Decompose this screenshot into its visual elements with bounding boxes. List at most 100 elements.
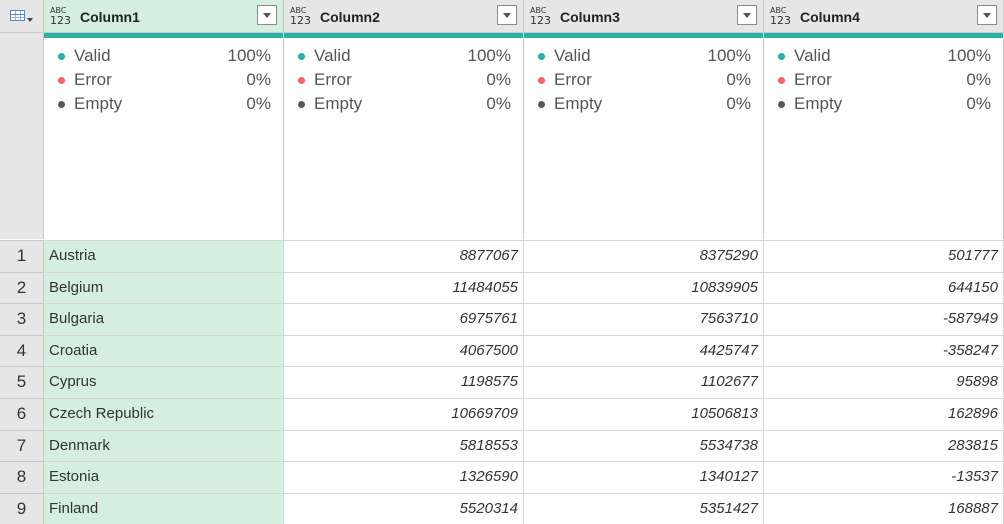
quality-valid-percent: 100% xyxy=(227,46,271,65)
quality-empty-label: Empty xyxy=(74,94,123,113)
quality-error-percent: 0% xyxy=(246,70,271,89)
quality-error-label: Error xyxy=(554,70,592,89)
row-number[interactable]: 8 xyxy=(0,461,44,493)
quality-empty-row: Empty 0% xyxy=(776,94,991,118)
quality-valid-label: Valid xyxy=(74,46,111,65)
row-number[interactable]: 2 xyxy=(0,271,44,304)
quality-empty-label: Empty xyxy=(794,94,843,113)
type-icon-bottom: 123 xyxy=(770,14,791,27)
table-row: 4 Croatia 4067500 4425747 -358247 xyxy=(0,334,1004,367)
valid-dot-icon xyxy=(778,53,785,60)
table-cell[interactable]: 1326590 xyxy=(284,461,524,493)
quality-valid-row: Valid 100% xyxy=(56,46,271,70)
column-filter-dropdown[interactable] xyxy=(737,5,757,25)
column-name[interactable]: Column3 xyxy=(560,9,620,25)
quality-empty-row: Empty 0% xyxy=(56,94,271,118)
type-any-icon[interactable]: ABC 123 xyxy=(770,7,792,27)
data-grid: ABC 123 Column1 Valid 100% Error 0% Empty 0% ABC 1… xyxy=(0,0,1004,524)
row-number[interactable]: 3 xyxy=(0,303,44,335)
quality-valid-row: Valid 100% xyxy=(536,46,751,70)
quality-valid-row: Valid 100% xyxy=(296,46,511,70)
quality-error-row: Error 0% xyxy=(296,70,511,94)
table-cell[interactable]: 6975761 xyxy=(284,303,524,335)
table-cell[interactable]: -587949 xyxy=(764,303,1004,335)
quality-empty-label: Empty xyxy=(554,94,603,113)
column-name[interactable]: Column2 xyxy=(320,9,380,25)
quality-error-label: Error xyxy=(794,70,832,89)
table-cell[interactable]: 1340127 xyxy=(524,461,764,493)
column-header-2[interactable]: ABC 123 Column2 xyxy=(284,0,524,33)
table-cell[interactable]: 4425747 xyxy=(524,334,764,367)
valid-dot-icon xyxy=(58,53,65,60)
error-dot-icon xyxy=(58,77,65,84)
table-cell[interactable]: 5520314 xyxy=(284,492,524,524)
table-cell[interactable]: Bulgaria xyxy=(44,303,284,335)
column-header-1[interactable]: ABC 123 Column1 xyxy=(44,0,284,33)
error-dot-icon xyxy=(298,77,305,84)
column-header-4[interactable]: ABC 123 Column4 xyxy=(764,0,1004,33)
table-cell[interactable]: 95898 xyxy=(764,366,1004,398)
column-filter-dropdown[interactable] xyxy=(257,5,277,25)
error-dot-icon xyxy=(538,77,545,84)
table-cell[interactable]: Cyprus xyxy=(44,366,284,398)
table-cell[interactable]: Denmark xyxy=(44,429,284,462)
table-cell[interactable]: Czech Republic xyxy=(44,398,284,430)
table-cell[interactable]: Belgium xyxy=(44,271,284,304)
column-filter-dropdown[interactable] xyxy=(497,5,517,25)
column-name[interactable]: Column4 xyxy=(800,9,860,25)
table-cell[interactable]: 7563710 xyxy=(524,303,764,335)
table-cell[interactable]: 11484055 xyxy=(284,271,524,304)
row-number[interactable]: 4 xyxy=(0,334,44,367)
table-cell[interactable]: 283815 xyxy=(764,429,1004,462)
table-cell[interactable]: Austria xyxy=(44,240,284,272)
table-cell[interactable]: Croatia xyxy=(44,334,284,367)
quality-error-percent: 0% xyxy=(726,70,751,89)
table-cell[interactable]: 5534738 xyxy=(524,429,764,462)
table-cell[interactable]: 5818553 xyxy=(284,429,524,462)
table-row: 9 Finland 5520314 5351427 168887 xyxy=(0,492,1004,524)
table-cell[interactable]: 8375290 xyxy=(524,240,764,272)
quality-valid-percent: 100% xyxy=(467,46,511,65)
error-dot-icon xyxy=(778,77,785,84)
row-number[interactable]: 1 xyxy=(0,240,44,272)
table-row: 2 Belgium 11484055 10839905 644150 xyxy=(0,271,1004,304)
type-any-icon[interactable]: ABC 123 xyxy=(50,7,72,27)
table-cell[interactable]: -13537 xyxy=(764,461,1004,493)
row-number[interactable]: 6 xyxy=(0,398,44,430)
table-cell[interactable]: 10669709 xyxy=(284,398,524,430)
table-cell[interactable]: 1102677 xyxy=(524,366,764,398)
quality-error-row: Error 0% xyxy=(776,70,991,94)
valid-dot-icon xyxy=(298,53,305,60)
row-number[interactable]: 5 xyxy=(0,366,44,398)
table-cell[interactable]: 644150 xyxy=(764,271,1004,304)
quality-error-percent: 0% xyxy=(486,70,511,89)
type-any-icon[interactable]: ABC 123 xyxy=(290,7,312,27)
row-number[interactable]: 7 xyxy=(0,429,44,462)
table-cell[interactable]: 5351427 xyxy=(524,492,764,524)
quality-error-percent: 0% xyxy=(966,70,991,89)
table-cell[interactable]: Estonia xyxy=(44,461,284,493)
table-cell[interactable]: 501777 xyxy=(764,240,1004,272)
quality-empty-percent: 0% xyxy=(966,94,991,113)
type-icon-bottom: 123 xyxy=(50,14,71,27)
type-any-icon[interactable]: ABC 123 xyxy=(530,7,552,27)
table-row: 3 Bulgaria 6975761 7563710 -587949 xyxy=(0,303,1004,335)
row-number[interactable]: 9 xyxy=(0,492,44,524)
column-header-3[interactable]: ABC 123 Column3 xyxy=(524,0,764,33)
table-cell[interactable]: 1198575 xyxy=(284,366,524,398)
column-quality-panel: Valid 100% Error 0% Empty 0% xyxy=(284,38,524,239)
table-cell[interactable]: 10839905 xyxy=(524,271,764,304)
table-cell[interactable]: -358247 xyxy=(764,334,1004,367)
column-name[interactable]: Column1 xyxy=(80,9,140,25)
empty-dot-icon xyxy=(538,101,545,108)
column-quality-panel: Valid 100% Error 0% Empty 0% xyxy=(764,38,1004,239)
table-row: 5 Cyprus 1198575 1102677 95898 xyxy=(0,366,1004,398)
table-cell[interactable]: 162896 xyxy=(764,398,1004,430)
table-cell[interactable]: 168887 xyxy=(764,492,1004,524)
table-cell[interactable]: 4067500 xyxy=(284,334,524,367)
table-cell[interactable]: 10506813 xyxy=(524,398,764,430)
table-cell[interactable]: 8877067 xyxy=(284,240,524,272)
table-menu-button[interactable] xyxy=(0,0,44,33)
table-cell[interactable]: Finland xyxy=(44,492,284,524)
column-filter-dropdown[interactable] xyxy=(977,5,997,25)
